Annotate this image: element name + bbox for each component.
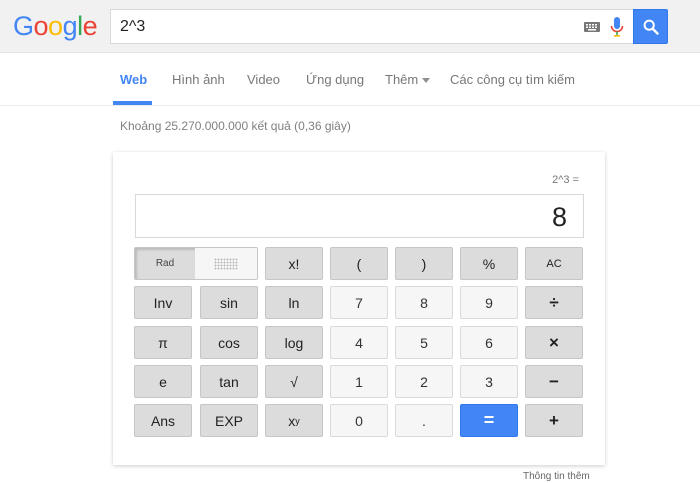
search-icon (643, 19, 659, 35)
e-button[interactable]: e (134, 365, 192, 398)
power-exponent: y (295, 415, 300, 426)
digit-1-button[interactable]: 1 (330, 365, 388, 398)
left-paren-button[interactable]: ( (330, 247, 388, 280)
logo-letter: e (82, 11, 98, 41)
logo-letter: o (33, 11, 49, 41)
result-stats: Khoảng 25.270.000.000 kết quả (0,36 giây… (120, 119, 351, 133)
tab-video[interactable]: Video (247, 72, 280, 87)
angle-mode-toggle: Rad (134, 247, 258, 280)
top-bar: Google (0, 0, 700, 53)
microphone-icon[interactable] (610, 17, 624, 38)
multiply-button[interactable]: × (525, 326, 583, 359)
factorial-button[interactable]: x! (265, 247, 323, 280)
active-tab-indicator (113, 101, 152, 105)
pi-button[interactable]: π (134, 326, 192, 359)
logo-letter: G (13, 11, 34, 41)
search-box (110, 9, 634, 44)
right-paren-button[interactable]: ) (395, 247, 453, 280)
more-info-link[interactable]: Thông tin thêm (523, 471, 590, 482)
tab-more-label: Thêm (385, 72, 419, 87)
logo-letter: o (48, 11, 63, 41)
logo-letter: g (62, 11, 78, 41)
tab-apps[interactable]: Ứng dụng (306, 72, 364, 87)
sqrt-button[interactable]: √ (265, 365, 323, 398)
log-button[interactable]: log (265, 326, 323, 359)
percent-button[interactable]: % (460, 247, 518, 280)
digit-9-button[interactable]: 9 (460, 286, 518, 319)
sin-button[interactable]: sin (200, 286, 258, 319)
inverse-button[interactable]: Inv (134, 286, 192, 319)
ans-button[interactable]: Ans (134, 404, 192, 437)
search-input[interactable] (120, 17, 560, 37)
keyboard-icon[interactable] (584, 22, 600, 32)
search-tabs: Web Hình ảnh Video Ứng dụng Thêm Các côn… (0, 54, 700, 106)
all-clear-button[interactable]: AC (525, 247, 583, 280)
decimal-button[interactable]: . (395, 404, 453, 437)
plus-button[interactable]: + (525, 404, 583, 437)
deg-button[interactable] (195, 248, 257, 279)
digit-7-button[interactable]: 7 (330, 286, 388, 319)
cos-button[interactable]: cos (200, 326, 258, 359)
digit-8-button[interactable]: 8 (395, 286, 453, 319)
google-logo[interactable]: Google (13, 11, 98, 42)
equals-button[interactable]: = (460, 404, 518, 437)
caret-down-icon (422, 78, 431, 84)
digit-2-button[interactable]: 2 (395, 365, 453, 398)
tab-web[interactable]: Web (120, 72, 147, 87)
calculator-history: 2^3 = (552, 174, 579, 186)
divide-button[interactable]: ÷ (525, 286, 583, 319)
digit-6-button[interactable]: 6 (460, 326, 518, 359)
calculator-result: 8 (551, 202, 567, 232)
digit-3-button[interactable]: 3 (460, 365, 518, 398)
ln-button[interactable]: ln (265, 286, 323, 319)
exp-button[interactable]: EXP (200, 404, 258, 437)
search-button[interactable] (633, 9, 668, 44)
minus-button[interactable]: − (525, 365, 583, 398)
calculator-card: 2^3 = 8 Rad x! ( ) % AC Inv sin ln 7 8 9… (113, 152, 605, 465)
tab-search-tools[interactable]: Các công cụ tìm kiếm (450, 72, 575, 87)
digit-0-button[interactable]: 0 (330, 404, 388, 437)
deg-label-placeholder (214, 258, 238, 270)
digit-4-button[interactable]: 4 (330, 326, 388, 359)
power-base: x (288, 412, 296, 429)
power-button[interactable]: xy (265, 404, 323, 437)
digit-5-button[interactable]: 5 (395, 326, 453, 359)
calculator-display: 8 (135, 194, 584, 238)
tan-button[interactable]: tan (200, 365, 258, 398)
rad-button[interactable]: Rad (135, 248, 195, 279)
tab-images[interactable]: Hình ảnh (172, 72, 225, 87)
tab-more[interactable]: Thêm (385, 72, 431, 87)
